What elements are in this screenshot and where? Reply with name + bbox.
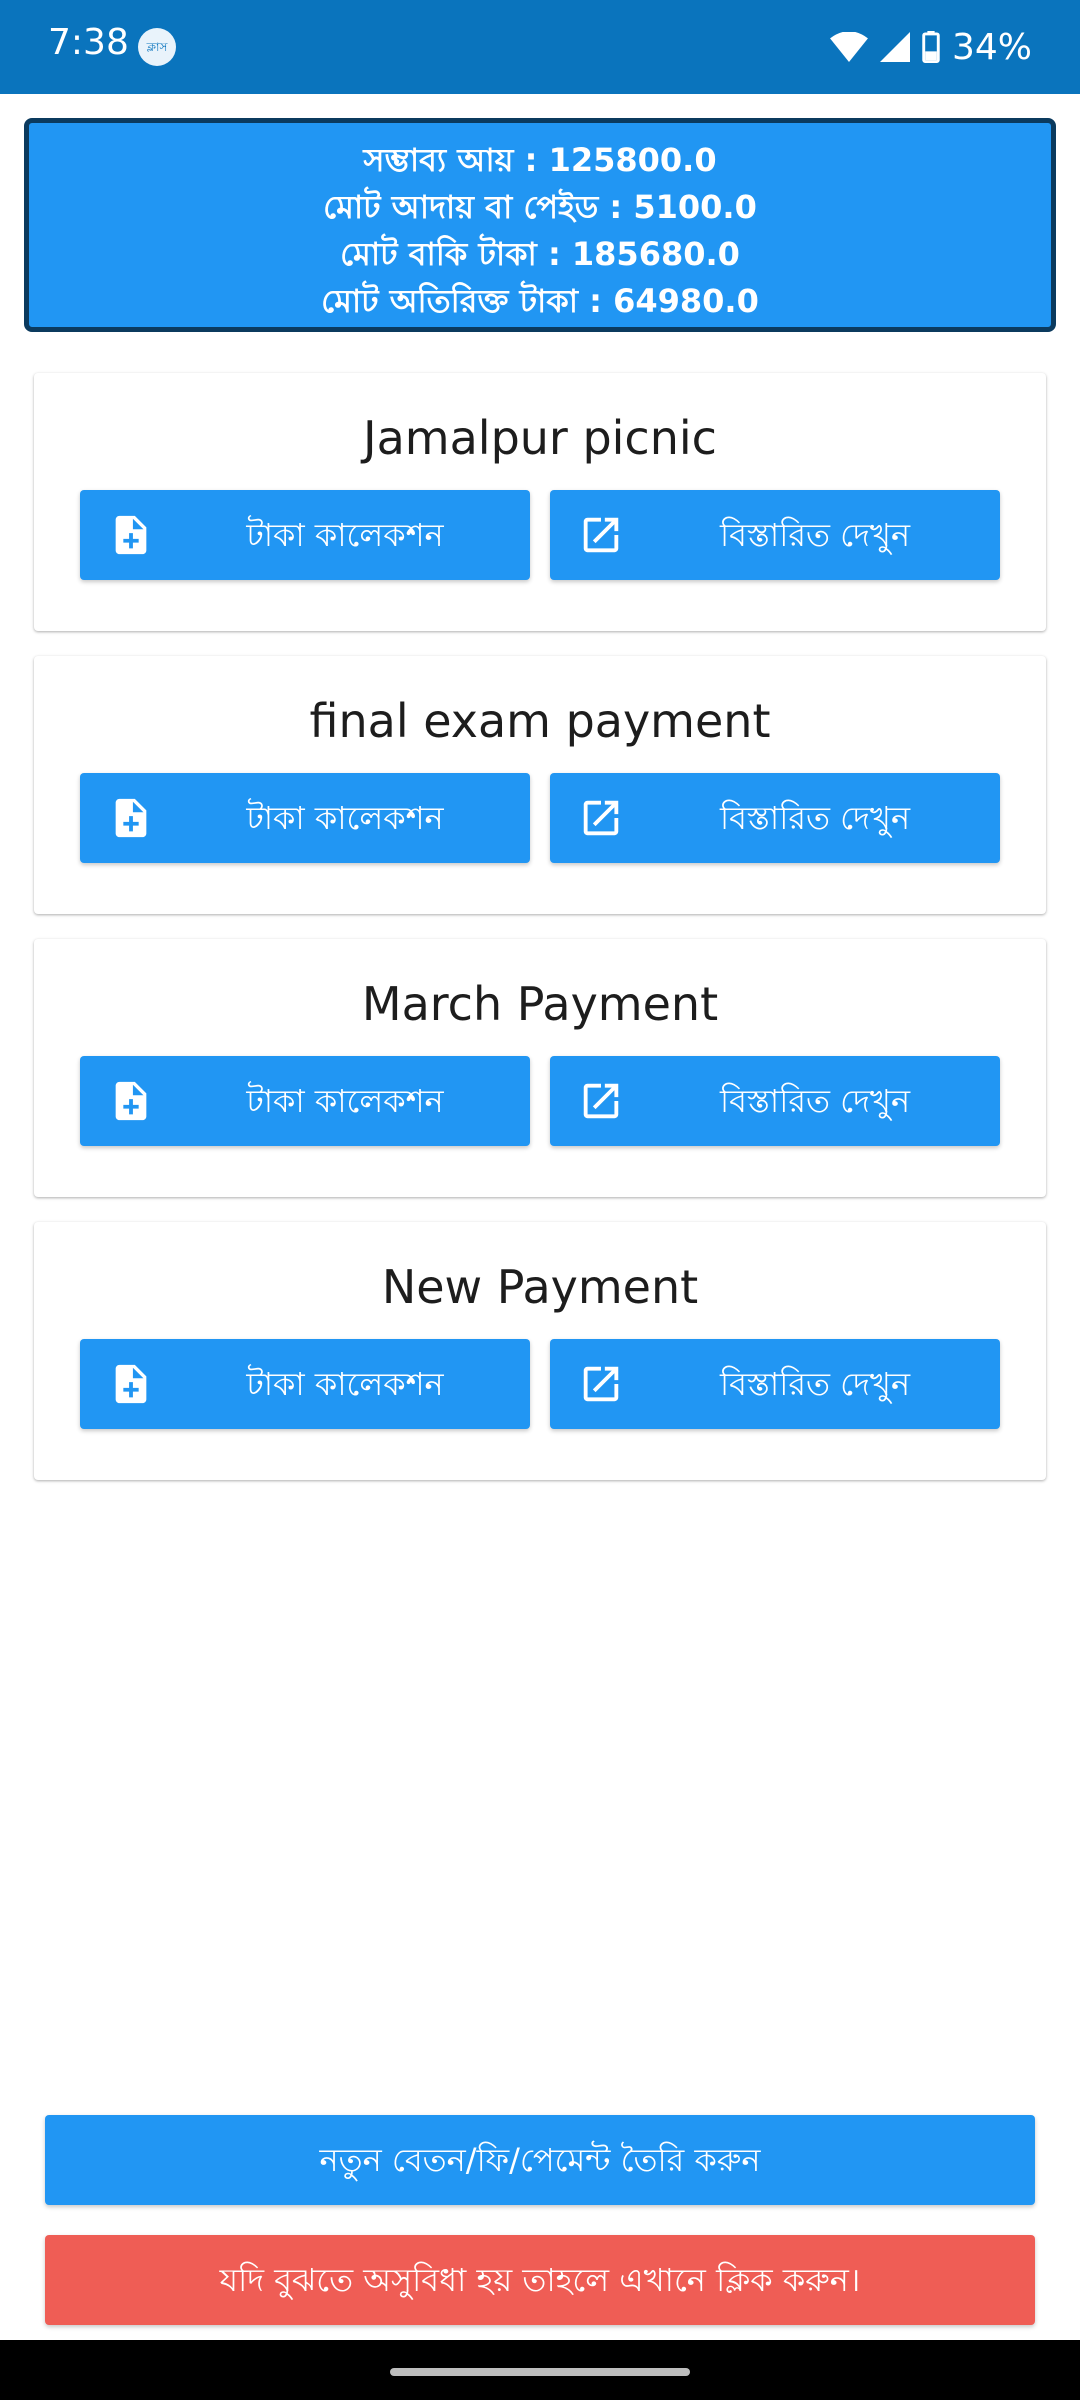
- payment-card: March Payment টাকা কালেকশন বিস্তারিত দেখ…: [34, 939, 1046, 1197]
- collect-money-label: টাকা কালেকশন: [246, 799, 444, 837]
- home-gesture-handle[interactable]: [390, 2368, 690, 2376]
- open-in-new-icon: [583, 1083, 619, 1119]
- summary-box: সম্ভাব্য আয় : 125800.0 মোট আদায় বা পেই…: [24, 118, 1056, 332]
- navigation-bar: [0, 2340, 1080, 2400]
- collect-money-label: টাকা কালেকশন: [246, 1082, 444, 1120]
- status-bar: 7:38 ক্লাস 34%: [0, 0, 1080, 94]
- collect-money-button[interactable]: টাকা কালেকশন: [80, 1056, 530, 1146]
- payment-card-title: March Payment: [361, 977, 719, 1031]
- summary-total-due: মোট বাকি টাকা : 185680.0: [340, 235, 740, 273]
- view-details-button[interactable]: বিস্তারিত দেখুন: [550, 490, 1000, 580]
- status-icons: 34%: [830, 22, 1032, 72]
- file-add-icon: [115, 1081, 147, 1121]
- collect-money-button[interactable]: টাকা কালেকশন: [80, 1339, 530, 1429]
- view-details-button[interactable]: বিস্তারিত দেখুন: [550, 773, 1000, 863]
- collect-money-button[interactable]: টাকা কালেকশন: [80, 490, 530, 580]
- summary-total-extra: মোট অতিরিক্ত টাকা : 64980.0: [321, 282, 759, 320]
- payment-card-title: New Payment: [381, 1260, 699, 1314]
- view-details-label: বিস্তারিত দেখুন: [719, 799, 911, 837]
- open-in-new-icon: [583, 517, 619, 553]
- file-add-icon: [115, 515, 147, 555]
- view-details-button[interactable]: বিস্তারিত দেখুন: [550, 1056, 1000, 1146]
- view-details-label: বিস্তারিত দেখুন: [719, 1082, 911, 1120]
- payment-card: New Payment টাকা কালেকশন বিস্তারিত দেখুন: [34, 1222, 1046, 1480]
- cell-signal-icon: [879, 32, 910, 62]
- wifi-icon: [830, 32, 868, 62]
- summary-total-paid: মোট আদায় বা পেইড : 5100.0: [323, 188, 757, 226]
- create-payment-button[interactable]: নতুন বেতন/ফি/পেমেন্ট তৈরি করুন: [45, 2115, 1035, 2205]
- view-details-label: বিস্তারিত দেখুন: [719, 516, 911, 554]
- view-details-label: বিস্তারিত দেখুন: [719, 1365, 911, 1403]
- payment-card-title: Jamalpur picnic: [363, 411, 717, 465]
- collect-money-button[interactable]: টাকা কালেকশন: [80, 773, 530, 863]
- open-in-new-icon: [583, 1366, 619, 1402]
- help-button[interactable]: যদি বুঝতে অসুবিধা হয় তাহলে এখানে ক্লিক …: [45, 2235, 1035, 2325]
- summary-expected-income: সম্ভাব্য আয় : 125800.0: [363, 141, 717, 179]
- collect-money-label: টাকা কালেকশন: [246, 516, 444, 554]
- open-in-new-icon: [583, 800, 619, 836]
- file-add-icon: [115, 1364, 147, 1404]
- status-time: 7:38: [48, 22, 129, 63]
- payment-card: Jamalpur picnic টাকা কালেকশন বিস্তারিত দ…: [34, 373, 1046, 631]
- app-notification-icon: ক্লাস: [138, 28, 176, 66]
- collect-money-label: টাকা কালেকশন: [246, 1365, 444, 1403]
- battery-percent: 34%: [951, 26, 1032, 68]
- file-add-icon: [115, 798, 147, 838]
- battery-icon: [922, 31, 940, 63]
- payment-card-title: final exam payment: [309, 694, 771, 748]
- view-details-button[interactable]: বিস্তারিত দেখুন: [550, 1339, 1000, 1429]
- payment-card: final exam payment টাকা কালেকশন বিস্তারি…: [34, 656, 1046, 914]
